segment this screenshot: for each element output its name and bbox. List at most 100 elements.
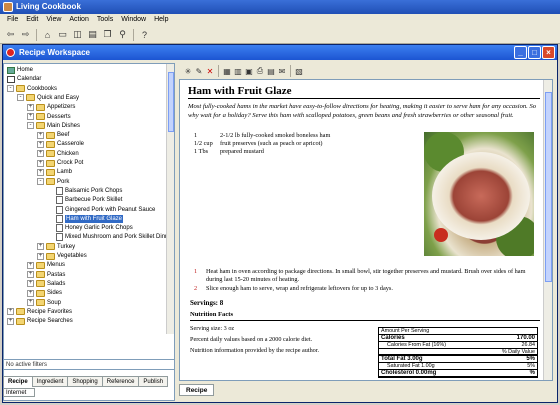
tree-folder-item[interactable]: - Main Dishes [27, 122, 80, 130]
tab-reference[interactable]: Reference [101, 376, 140, 387]
tree-folder-item[interactable]: + Beef [37, 131, 69, 139]
collapse-icon[interactable]: - [17, 94, 24, 102]
tree-folder-item[interactable]: + Desserts [27, 113, 71, 121]
servings: Servings: 8 [190, 299, 224, 307]
tree-folder-item[interactable]: + Chicken [37, 150, 79, 158]
expand-icon[interactable]: + [7, 308, 14, 316]
tree-folder-item[interactable]: + Sides [27, 289, 62, 297]
options-icon[interactable]: ▧ [294, 66, 304, 76]
tab-recipe[interactable]: Recipe [3, 376, 33, 387]
ingredient-qty: 1/2 cup [194, 140, 213, 147]
expand-icon[interactable]: + [27, 271, 34, 279]
new-recipe-icon[interactable]: ✳ [183, 66, 193, 76]
tree-recipe-item[interactable]: Gingered Pork with Peanut Sauce [47, 205, 155, 214]
tab-ingredient[interactable]: Ingredient [31, 376, 69, 387]
properties-icon[interactable]: ▦ [222, 66, 232, 76]
menu-help[interactable]: Help [150, 14, 172, 26]
close-button[interactable]: × [542, 46, 555, 59]
expand-icon[interactable]: + [27, 289, 34, 297]
menu-action[interactable]: Action [65, 14, 92, 26]
tree-recipe-item[interactable]: Barbecue Pork Skillet [47, 196, 122, 205]
expand-icon[interactable]: + [7, 317, 14, 325]
tree-folder-item[interactable]: - Cookbooks [7, 85, 57, 93]
serving-size: Serving size: 3 oz [190, 325, 235, 332]
delete-icon[interactable]: ✕ [205, 66, 215, 76]
tab-publish[interactable]: Publish [138, 376, 169, 387]
direction-step: 2 Slice enough ham to serve, wrap and re… [194, 285, 540, 293]
collapse-icon[interactable]: - [7, 85, 14, 93]
calories-label: Calories [381, 335, 405, 341]
document-scrollbar[interactable] [543, 80, 552, 380]
document-scroll-thumb[interactable] [545, 92, 552, 282]
tree-folder-item[interactable]: - Quick and Easy [17, 94, 79, 102]
menu-file[interactable]: File [3, 14, 22, 26]
tree-folder-item[interactable]: Home [7, 66, 33, 74]
tree-item-label: Home [17, 67, 34, 73]
expand-icon[interactable]: + [37, 252, 44, 260]
copy-icon[interactable]: ❐ [101, 28, 114, 41]
tree-folder-item[interactable]: - Pork [37, 178, 69, 186]
tree-folder-item[interactable]: + Soup [27, 299, 61, 307]
scale-icon[interactable]: ▣ [244, 66, 254, 76]
maximize-button[interactable]: □ [528, 46, 541, 59]
tab-recipe-view[interactable]: Recipe [179, 384, 215, 396]
new-window-icon[interactable]: ◫ [71, 28, 84, 41]
expand-icon[interactable]: + [37, 131, 44, 139]
calories-value: 170.00 [516, 335, 535, 341]
nutrition-icon[interactable]: ▥ [233, 66, 243, 76]
expand-icon[interactable]: + [27, 103, 34, 111]
binoculars-icon[interactable]: ⚲ [116, 28, 129, 41]
print-recipe-icon[interactable]: ▤ [266, 66, 276, 76]
print-icon[interactable]: ▤ [86, 28, 99, 41]
tree-scroll-thumb[interactable] [168, 72, 174, 132]
expand-icon[interactable]: + [37, 243, 44, 251]
tree-folder-item[interactable]: + Menus [27, 261, 65, 269]
help-icon[interactable]: ? [138, 28, 151, 41]
expand-icon[interactable]: + [27, 113, 34, 120]
home-icon[interactable]: ⌂ [41, 28, 54, 41]
collapse-icon[interactable]: - [37, 178, 44, 186]
tree-item-label: Lamb [57, 169, 73, 176]
tree-folder-item[interactable]: + Salads [27, 280, 65, 288]
tree-recipe-item[interactable]: Ham with Fruit Glaze [47, 214, 124, 223]
menu-view[interactable]: View [42, 14, 65, 26]
forward-icon[interactable]: ⇨ [19, 28, 32, 41]
back-icon[interactable]: ⇦ [4, 28, 17, 41]
preview-icon[interactable]: ⎙ [255, 66, 265, 76]
tab-shopping[interactable]: Shopping [67, 376, 103, 387]
menu-window[interactable]: Window [117, 14, 150, 26]
tree-folder-item[interactable]: + Recipe Searches [7, 317, 73, 325]
tree-folder-item[interactable]: Calendar [7, 75, 41, 83]
filter-status: No active filters [3, 359, 175, 370]
expand-icon[interactable]: + [27, 261, 34, 269]
internet-tab[interactable]: Internet [3, 388, 35, 397]
expand-icon[interactable]: + [27, 299, 34, 306]
tree-folder-item[interactable]: + Recipe Favorites [7, 308, 72, 316]
edit-icon[interactable]: ✎ [194, 66, 204, 76]
tree-folder-item[interactable]: + Pastas [27, 271, 65, 279]
open-folder-icon[interactable]: ▭ [56, 28, 69, 41]
email-icon[interactable]: ✉ [277, 66, 287, 76]
tree-recipe-item[interactable]: Mixed Mushroom and Pork Skillet Dinner [47, 233, 168, 242]
minimize-button[interactable]: _ [514, 46, 527, 59]
menu-tools[interactable]: Tools [93, 14, 117, 26]
menu-edit[interactable]: Edit [22, 14, 42, 26]
tree-recipe-item[interactable]: Balsamic Pork Chops [47, 186, 122, 195]
expand-icon[interactable]: + [37, 140, 44, 148]
tree-folder-item[interactable]: + Crock Pot [37, 159, 83, 167]
tree-folder-item[interactable]: + Turkey [37, 243, 75, 251]
tree-folder-item[interactable]: + Appetizers [27, 103, 75, 111]
folder-icon [36, 261, 45, 269]
expand-icon[interactable]: + [27, 280, 34, 288]
expand-icon[interactable]: + [37, 168, 44, 176]
tree-folder-item[interactable]: + Vegetables [37, 252, 87, 260]
folder-icon [46, 252, 55, 260]
collapse-icon[interactable]: - [27, 122, 34, 130]
tree-folder-item[interactable]: + Lamb [37, 168, 72, 176]
recipe-icon [56, 186, 63, 195]
expand-icon[interactable]: + [37, 159, 44, 167]
tree-folder-item[interactable]: + Casserole [37, 140, 84, 148]
tree-scrollbar[interactable] [166, 64, 174, 334]
tree-recipe-item[interactable]: Honey Garlic Pork Chops [47, 224, 133, 233]
expand-icon[interactable]: + [37, 150, 44, 158]
